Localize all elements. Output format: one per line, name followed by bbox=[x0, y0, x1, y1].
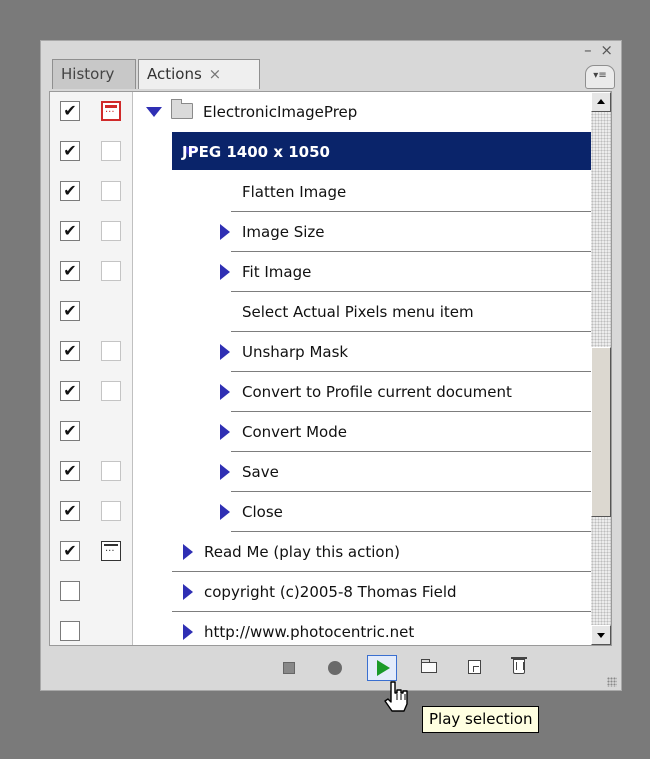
window-controls[interactable]: – × bbox=[584, 41, 615, 59]
collapsed-triangle-icon[interactable] bbox=[220, 264, 230, 280]
folder-icon bbox=[171, 99, 193, 119]
action-label: Close bbox=[242, 503, 283, 521]
toggle-item-checkbox[interactable]: ✔ bbox=[60, 181, 80, 201]
panel-menu-icon[interactable]: ▾≡ bbox=[585, 65, 615, 89]
toggle-dialog-icon[interactable] bbox=[101, 181, 121, 201]
tab-actions[interactable]: Actions × bbox=[138, 59, 260, 89]
tab-actions-label: Actions bbox=[147, 65, 202, 83]
delete-icon bbox=[511, 657, 527, 674]
toggle-item-checkbox[interactable]: ✔ bbox=[60, 381, 80, 401]
action-row[interactable]: ✔ Read Me (play this action) bbox=[50, 532, 593, 572]
action-step-row[interactable]: ✔ Save bbox=[50, 452, 593, 492]
collapsed-triangle-icon[interactable] bbox=[220, 424, 230, 440]
action-label: Select Actual Pixels menu item bbox=[242, 303, 474, 321]
action-row[interactable]: ✔ JPEG 1400 x 1050 bbox=[50, 132, 593, 172]
toggle-dialog-icon[interactable] bbox=[101, 141, 121, 161]
toggle-item-checkbox[interactable]: ✔ bbox=[60, 141, 80, 161]
action-step-row[interactable]: ✔ Convert Mode bbox=[50, 412, 593, 452]
action-label: Convert Mode bbox=[242, 423, 347, 441]
toggle-dialog-icon[interactable] bbox=[101, 541, 121, 561]
toggle-item-checkbox[interactable]: ✔ bbox=[60, 101, 80, 121]
tooltip: Play selection bbox=[422, 706, 540, 733]
scroll-down-button[interactable] bbox=[591, 625, 611, 645]
actions-panel: – × History Actions × ▾≡ ✔ ElectronicImag… bbox=[40, 40, 622, 691]
action-label: JPEG 1400 x 1050 bbox=[182, 143, 330, 161]
action-row[interactable]: http://www.photocentric.net bbox=[50, 612, 593, 645]
toggle-item-checkbox[interactable]: ✔ bbox=[60, 541, 80, 561]
collapsed-triangle-icon[interactable] bbox=[220, 384, 230, 400]
action-label: copyright (c)2005-8 Thomas Field bbox=[204, 583, 457, 601]
create-new-action-icon bbox=[468, 660, 481, 674]
action-label: Flatten Image bbox=[242, 183, 347, 201]
action-label: ElectronicImagePrep bbox=[203, 103, 358, 121]
create-new-set-icon bbox=[421, 659, 437, 673]
toggle-dialog-icon[interactable] bbox=[101, 341, 121, 361]
collapsed-triangle-icon[interactable] bbox=[220, 504, 230, 520]
toggle-item-checkbox[interactable] bbox=[60, 621, 80, 641]
toggle-dialog-icon[interactable] bbox=[101, 501, 121, 521]
action-step-row[interactable]: ✔ Select Actual Pixels menu item bbox=[50, 292, 593, 332]
actions-toolbar bbox=[41, 647, 621, 691]
toggle-item-checkbox[interactable]: ✔ bbox=[60, 421, 80, 441]
collapsed-triangle-icon[interactable] bbox=[220, 224, 230, 240]
vertical-scrollbar[interactable] bbox=[591, 92, 611, 645]
collapsed-triangle-icon[interactable] bbox=[183, 624, 193, 640]
toggle-dialog-icon[interactable] bbox=[101, 461, 121, 481]
action-label: Save bbox=[242, 463, 279, 481]
toggle-dialog-icon[interactable] bbox=[101, 101, 121, 121]
action-label: http://www.photocentric.net bbox=[204, 623, 415, 641]
action-step-row[interactable]: ✔ Unsharp Mask bbox=[50, 332, 593, 372]
collapsed-triangle-icon[interactable] bbox=[183, 584, 193, 600]
action-step-row[interactable]: ✔ Convert to Profile current document bbox=[50, 372, 593, 412]
expanded-triangle-icon[interactable] bbox=[146, 107, 162, 117]
record-button[interactable] bbox=[320, 655, 350, 681]
toggle-dialog-icon[interactable] bbox=[101, 381, 121, 401]
action-label: Unsharp Mask bbox=[242, 343, 349, 361]
toggle-item-checkbox[interactable]: ✔ bbox=[60, 261, 80, 281]
action-set-row[interactable]: ✔ ElectronicImagePrep bbox=[50, 92, 593, 132]
new-action-button[interactable] bbox=[459, 655, 489, 681]
action-step-row[interactable]: ✔ Close bbox=[50, 492, 593, 532]
action-step-row[interactable]: ✔ Flatten Image bbox=[50, 172, 593, 212]
hand-cursor-icon bbox=[384, 681, 408, 712]
actions-list: ✔ ElectronicImagePrep ✔ JPEG 1400 x 1050 ✔ Fl… bbox=[49, 91, 612, 646]
toggle-dialog-icon[interactable] bbox=[101, 261, 121, 281]
stop-playing-icon bbox=[283, 662, 295, 674]
toggle-item-checkbox[interactable]: ✔ bbox=[60, 301, 80, 321]
action-label: Read Me (play this action) bbox=[204, 543, 400, 561]
panel-title-bar: – × bbox=[41, 41, 621, 61]
action-label: Fit Image bbox=[242, 263, 312, 281]
action-row[interactable]: copyright (c)2005-8 Thomas Field bbox=[50, 572, 593, 612]
collapsed-triangle-icon[interactable] bbox=[220, 344, 230, 360]
toggle-item-checkbox[interactable] bbox=[60, 581, 80, 601]
collapsed-triangle-icon[interactable] bbox=[220, 464, 230, 480]
action-label: Convert to Profile current document bbox=[242, 383, 512, 401]
new-set-button[interactable] bbox=[414, 655, 444, 681]
resize-grip-icon[interactable] bbox=[607, 677, 617, 687]
stop-button[interactable] bbox=[274, 655, 304, 681]
collapsed-triangle-icon[interactable] bbox=[183, 544, 193, 560]
play-selection-icon bbox=[377, 660, 390, 676]
toggle-item-checkbox[interactable]: ✔ bbox=[60, 461, 80, 481]
begin-recording-icon bbox=[328, 661, 342, 675]
toggle-item-checkbox[interactable]: ✔ bbox=[60, 221, 80, 241]
toggle-item-checkbox[interactable]: ✔ bbox=[60, 501, 80, 521]
play-button[interactable] bbox=[367, 655, 397, 681]
toggle-item-checkbox[interactable]: ✔ bbox=[60, 341, 80, 361]
tab-history[interactable]: History bbox=[52, 59, 136, 89]
tab-close-icon[interactable]: × bbox=[209, 65, 222, 83]
action-step-row[interactable]: ✔ Fit Image bbox=[50, 252, 593, 292]
action-step-row[interactable]: ✔ Image Size bbox=[50, 212, 593, 252]
scroll-thumb[interactable] bbox=[591, 347, 611, 517]
toggle-dialog-icon[interactable] bbox=[101, 221, 121, 241]
tab-history-label: History bbox=[61, 65, 115, 83]
scroll-up-button[interactable] bbox=[591, 92, 611, 112]
delete-button[interactable] bbox=[504, 655, 534, 681]
action-label: Image Size bbox=[242, 223, 325, 241]
